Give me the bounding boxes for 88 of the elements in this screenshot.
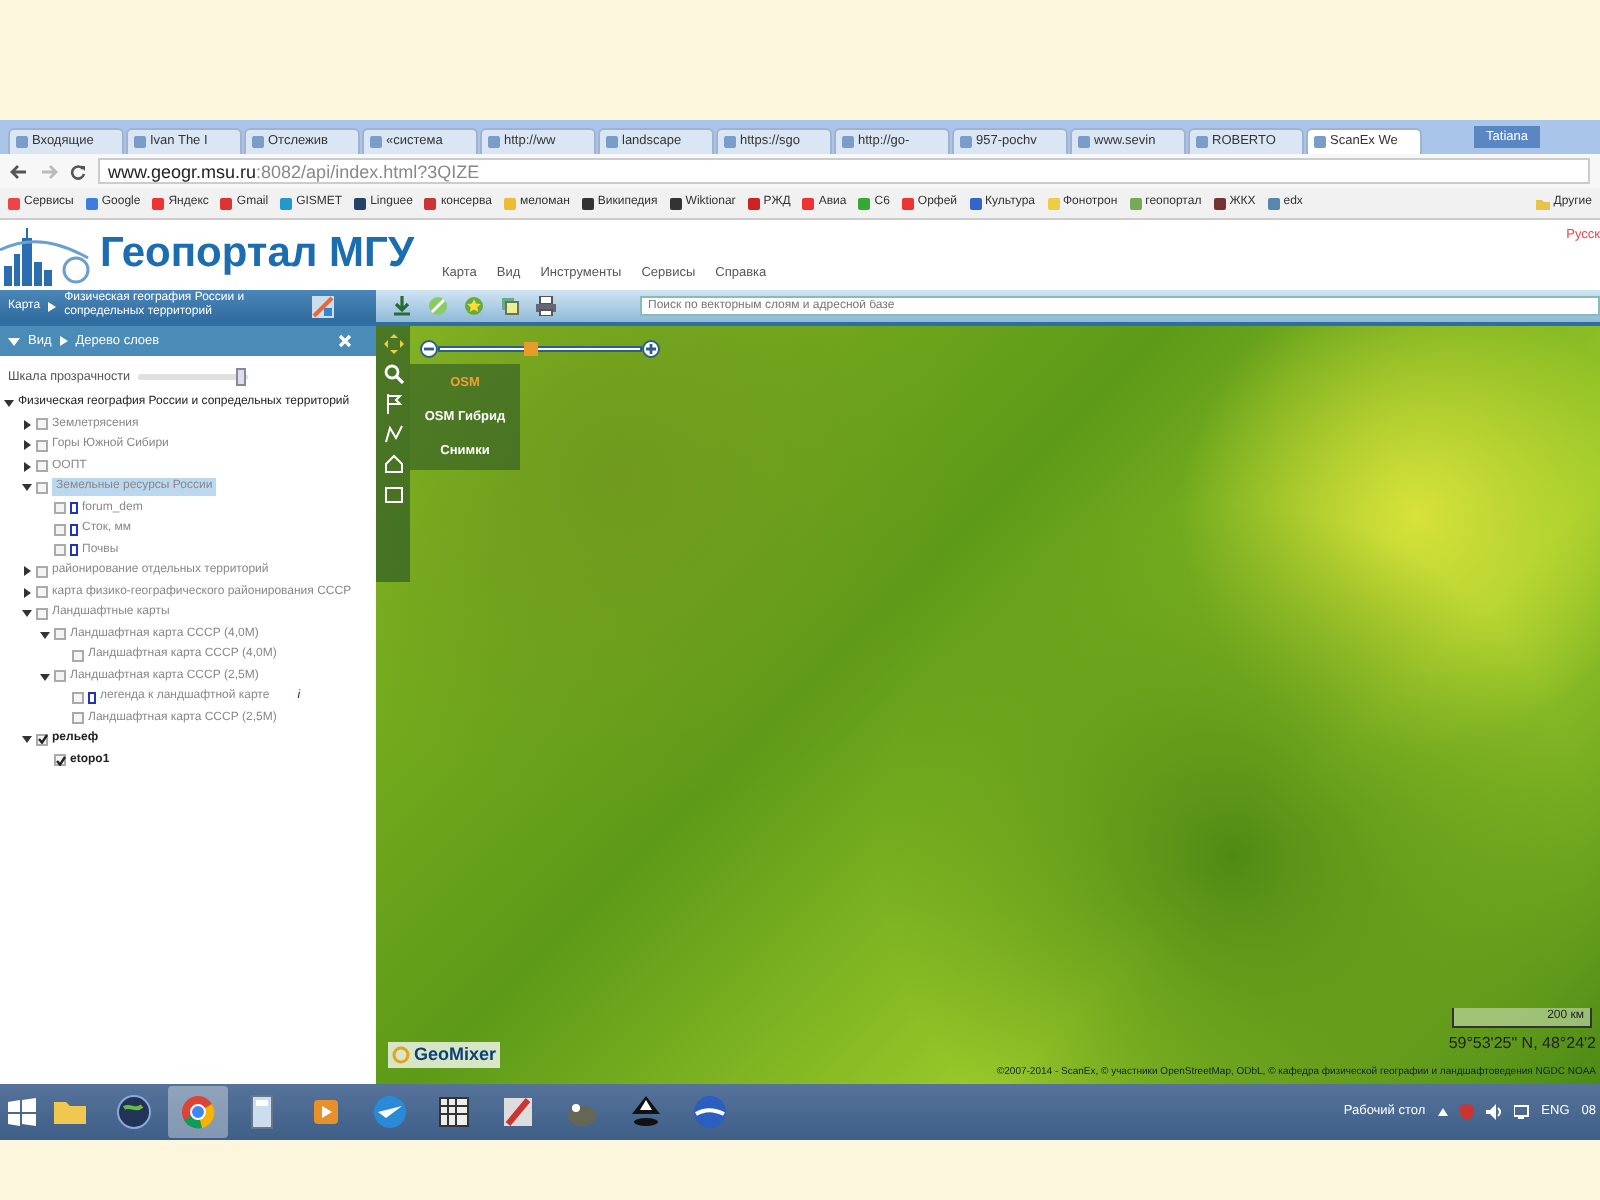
layer-checkbox[interactable]: [36, 439, 48, 452]
bookmark-favicon-icon: [8, 197, 20, 209]
windows-start-icon[interactable]: [8, 1098, 36, 1126]
bookmark-favicon-icon: [858, 197, 871, 209]
bookmark-favicon-icon: [1267, 197, 1280, 209]
expand-arrow-icon[interactable]: [22, 587, 32, 598]
earth-icon: [690, 1092, 730, 1132]
bookmark-favicon-icon: [85, 197, 98, 209]
layer-checkbox[interactable]: [36, 586, 48, 599]
collapse-icon[interactable]: [8, 335, 20, 347]
network-icon[interactable]: [1513, 1104, 1530, 1120]
inkscape-icon: [626, 1092, 666, 1132]
globe-icon: [114, 1092, 154, 1132]
zoom-slider[interactable]: [438, 345, 642, 351]
layer-checkbox[interactable]: [54, 544, 66, 557]
layers-icon[interactable]: [500, 296, 520, 316]
slider-thumb[interactable]: [236, 368, 247, 387]
chevron-icon: [48, 301, 57, 311]
paper-plane-icon: [370, 1092, 410, 1132]
layer-checkbox[interactable]: [72, 691, 84, 704]
collapse-arrow-icon[interactable]: [4, 398, 14, 409]
bookmark-favicon-icon: [220, 197, 233, 209]
bookmark-favicon-icon: [503, 197, 516, 209]
layer-checkbox[interactable]: [36, 565, 48, 578]
site-logo-text: Геопортал МГУ: [100, 228, 415, 280]
star-icon[interactable]: [464, 296, 484, 316]
bookmark-favicon-icon: [424, 197, 437, 209]
layer-checkbox[interactable]: [54, 628, 66, 641]
layer-checkbox[interactable]: [54, 502, 66, 515]
bookmark-favicon-icon: [581, 197, 594, 209]
coordinates-label: 59°53'25" N, 48°24'2: [1448, 1032, 1596, 1056]
geomixer-logo-text: GeoMixer: [414, 1041, 497, 1067]
geomixer-logo-icon: [392, 1045, 410, 1064]
bookmark-favicon-icon: [152, 197, 165, 209]
bookmark-favicon-icon: [747, 197, 760, 209]
expand-arrow-icon[interactable]: [22, 419, 32, 430]
layer-checkbox[interactable]: [54, 523, 66, 536]
collapse-arrow-icon[interactable]: [22, 482, 32, 493]
tray-arrow-icon[interactable]: [1437, 1108, 1448, 1116]
polygon-icon[interactable]: [383, 454, 403, 474]
chrome-icon: [178, 1092, 218, 1132]
university-logo-drawing: [0, 226, 92, 290]
close-icon[interactable]: [338, 334, 352, 348]
expand-arrow-icon[interactable]: [22, 461, 32, 472]
bookmark-favicon-icon: [802, 197, 815, 209]
layer-checkbox[interactable]: [72, 712, 84, 725]
folder-icon: [1535, 197, 1550, 209]
volume-icon[interactable]: [1485, 1104, 1502, 1120]
layer-checkbox[interactable]: [54, 754, 66, 767]
back-icon[interactable]: [10, 163, 28, 179]
flag-icon[interactable]: [383, 394, 403, 414]
bookmark-favicon-icon: [969, 197, 982, 209]
layer-checkbox[interactable]: [54, 670, 66, 683]
collapse-arrow-icon[interactable]: [40, 671, 50, 682]
layer-checkbox[interactable]: [72, 649, 84, 662]
bookmark-favicon-icon: [1213, 197, 1226, 209]
zoom-handle[interactable]: [524, 341, 538, 355]
bookmark-favicon-icon: [1047, 197, 1059, 209]
reload-icon[interactable]: [70, 163, 86, 179]
layer-checkbox[interactable]: [36, 460, 48, 473]
expand-arrow-icon[interactable]: [22, 440, 32, 451]
map-edit-icon[interactable]: [312, 295, 335, 317]
zoom-in-icon[interactable]: [642, 339, 660, 357]
layer-checkbox[interactable]: [36, 733, 48, 746]
download-icon[interactable]: [392, 296, 412, 316]
layer-checkbox[interactable]: [36, 481, 48, 494]
search-icon[interactable]: [383, 364, 403, 384]
pan-icon[interactable]: [383, 334, 403, 354]
bookmark-favicon-icon: [280, 197, 293, 209]
bookmark-favicon-icon: [1129, 197, 1142, 209]
pen-icon: [498, 1092, 538, 1132]
layer-type-icon: [88, 691, 96, 704]
zoom-out-icon[interactable]: [420, 339, 438, 357]
collapse-arrow-icon[interactable]: [40, 629, 50, 640]
bookmark-favicon-icon: [901, 197, 914, 209]
address-field[interactable]: www.geogr.msu.ru:8082/api/index.html?3QIZE: [98, 158, 1590, 184]
collapse-arrow-icon[interactable]: [22, 608, 32, 619]
print-icon[interactable]: [536, 296, 556, 316]
grid-pattern-icon: [434, 1092, 474, 1132]
collapse-arrow-icon[interactable]: [22, 734, 32, 745]
layer-checkbox[interactable]: [36, 607, 48, 620]
bookmark-favicon-icon: [669, 197, 682, 209]
chevron-icon: [59, 336, 68, 346]
polyline-icon[interactable]: [383, 424, 403, 444]
rectangle-icon[interactable]: [383, 484, 403, 504]
expand-arrow-icon[interactable]: [22, 566, 32, 577]
bookmark-favicon-icon: [354, 197, 367, 209]
layer-checkbox[interactable]: [36, 418, 48, 431]
